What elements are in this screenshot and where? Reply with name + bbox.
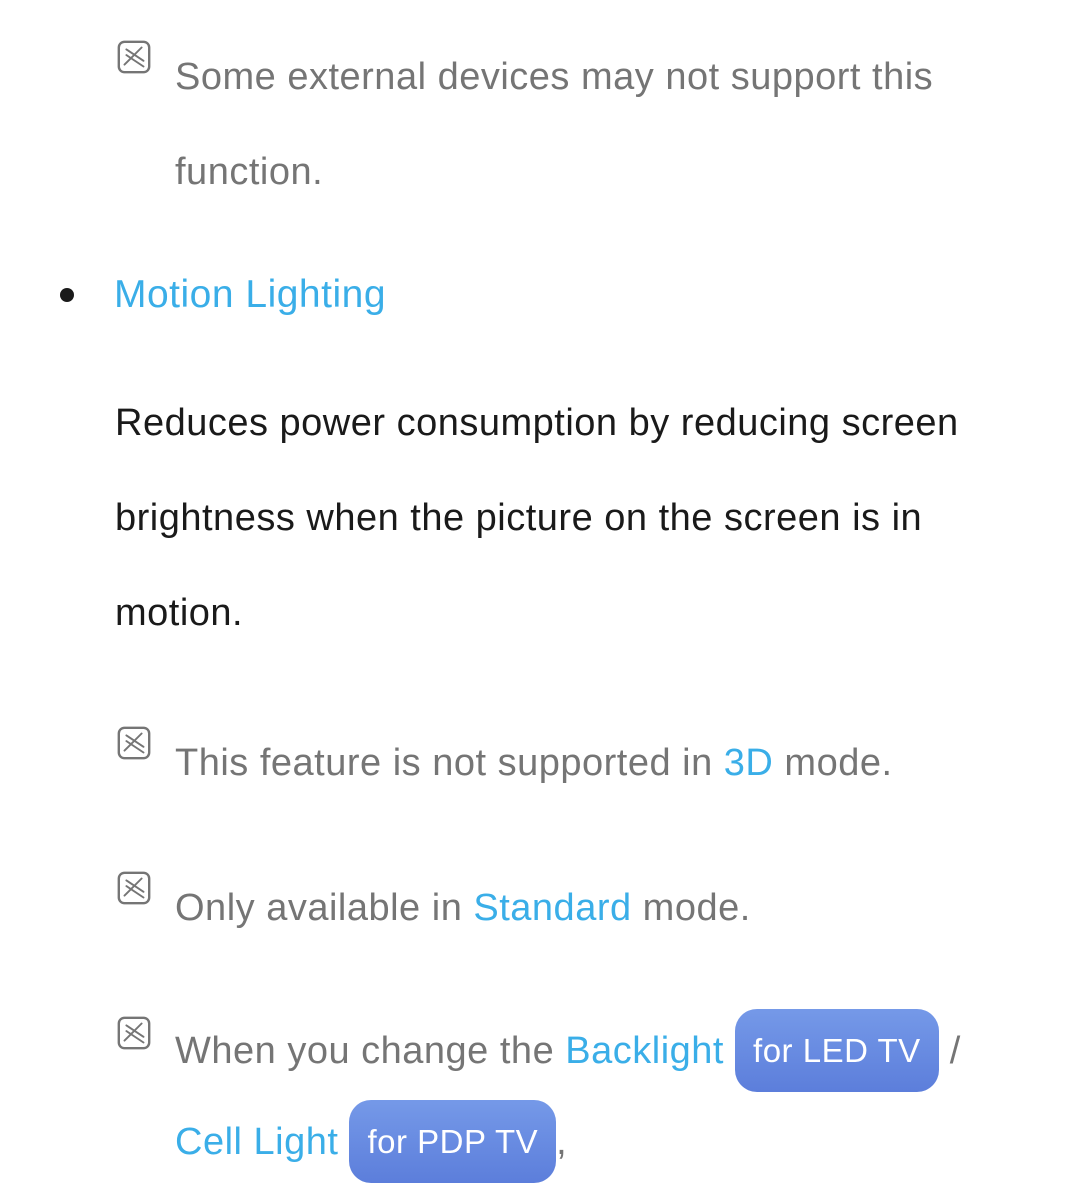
note-icon [115, 38, 153, 76]
highlight-standard: Standard [473, 887, 631, 929]
pill-led-tv: for LED TV [735, 1009, 939, 1092]
note-text: Some external devices may not support th… [175, 30, 1020, 220]
note-text-prefix: When you change the [175, 1030, 565, 1072]
pill-pdp-tv: for PDP TV [349, 1100, 556, 1183]
note-backlight: When you change the Backlight for LED TV… [0, 1006, 1080, 1188]
highlight-cell-light: Cell Light [175, 1121, 338, 1163]
note-text: This feature is not supported in 3D mode… [175, 716, 893, 811]
comma: , [556, 1121, 567, 1163]
heading-motion-lighting: Motion Lighting [0, 270, 1080, 321]
note-icon [115, 724, 153, 762]
highlight-3d: 3D [724, 742, 774, 784]
note-text-suffix: mode. [632, 887, 751, 929]
note-standard-mode: Only available in Standard mode. [0, 861, 1080, 956]
note-text: When you change the Backlight for LED TV… [175, 1006, 1020, 1188]
separator: / [939, 1030, 961, 1072]
note-external-devices: Some external devices may not support th… [0, 30, 1080, 220]
note-text-prefix: Only available in [175, 887, 473, 929]
heading-text: Motion Lighting [114, 270, 386, 321]
highlight-backlight: Backlight [565, 1030, 724, 1072]
note-3d-mode: This feature is not supported in 3D mode… [0, 716, 1080, 811]
note-text-suffix: mode. [773, 742, 892, 784]
bullet-icon [60, 288, 74, 302]
note-text-prefix: This feature is not supported in [175, 742, 724, 784]
note-text: Only available in Standard mode. [175, 861, 751, 956]
note-icon [115, 869, 153, 907]
description: Reduces power consumption by reducing sc… [0, 376, 1080, 661]
note-icon [115, 1014, 153, 1052]
